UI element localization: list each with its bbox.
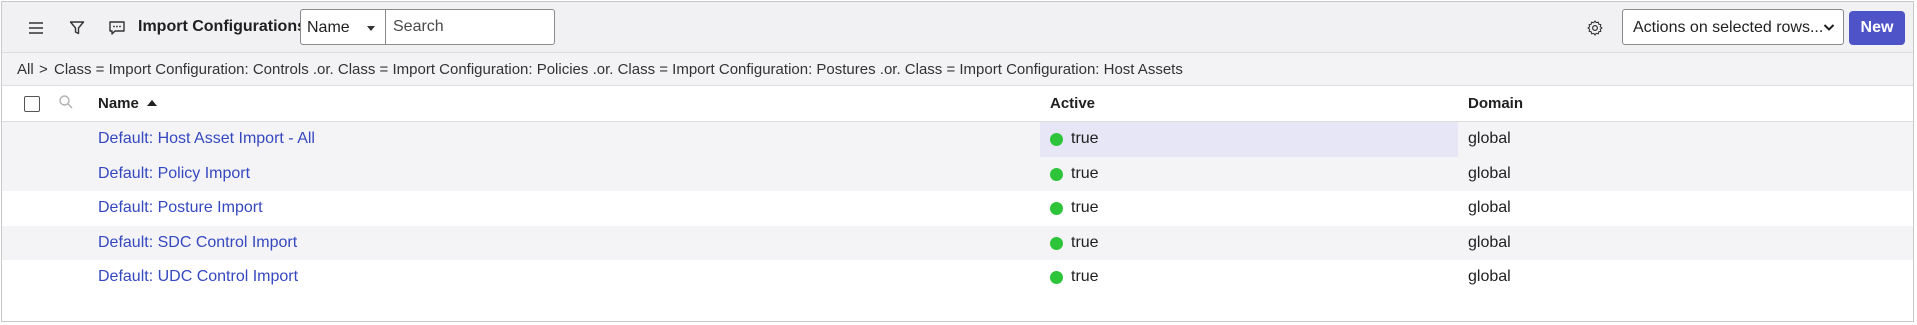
chevron-down-icon: [1823, 20, 1835, 39]
status-dot-icon: [1050, 202, 1063, 216]
active-value: true: [1071, 233, 1099, 251]
table-row: Default: Host Asset Import - All true gl…: [2, 122, 1913, 157]
column-header-active[interactable]: Active: [1050, 95, 1095, 112]
column-header-name[interactable]: Name: [98, 95, 139, 112]
page-title: Import Configurations: [138, 18, 306, 35]
status-dot-icon: [1050, 167, 1063, 181]
active-value: true: [1071, 164, 1099, 182]
active-cell[interactable]: true: [1040, 157, 1458, 192]
domain-value: global: [1468, 268, 1511, 286]
breadcrumb-all-link[interactable]: All: [17, 61, 34, 78]
active-cell[interactable]: true: [1040, 260, 1458, 295]
domain-value: global: [1468, 199, 1511, 217]
domain-value: global: [1468, 130, 1511, 147]
comment-icon[interactable]: [103, 14, 131, 42]
active-value: true: [1071, 130, 1099, 147]
table-row: Default: Posture Import true global: [2, 191, 1913, 226]
status-dot-icon: [1050, 236, 1063, 250]
table-row: Default: Policy Import true global: [2, 156, 1913, 192]
table-body: Default: Host Asset Import - All true gl…: [2, 122, 1913, 295]
status-dot-icon: [1050, 271, 1063, 285]
breadcrumb-filter-condition[interactable]: Class = Import Configuration: Controls .…: [54, 61, 1183, 78]
actions-select-value: Actions on selected rows...: [1633, 19, 1824, 36]
filter-icon[interactable]: [63, 14, 91, 42]
active-cell[interactable]: true: [1040, 191, 1458, 226]
list-header: Import Configurations Name Actions on se…: [2, 2, 1913, 53]
gear-icon[interactable]: [1581, 14, 1609, 42]
actions-select[interactable]: Actions on selected rows...: [1622, 9, 1844, 45]
table-row: Default: UDC Control Import true global: [2, 260, 1913, 295]
table-header: Name Active Domain: [2, 86, 1913, 122]
domain-value: global: [1468, 233, 1511, 251]
search-field-value: Name: [307, 19, 350, 36]
table-row: Default: SDC Control Import true global: [2, 225, 1913, 261]
menu-icon[interactable]: [22, 14, 50, 42]
record-name-link[interactable]: Default: Posture Import: [98, 199, 263, 217]
active-cell[interactable]: true: [1040, 122, 1458, 157]
active-value: true: [1071, 268, 1099, 286]
sort-ascending-icon[interactable]: [147, 100, 157, 106]
record-name-link[interactable]: Default: SDC Control Import: [98, 234, 297, 252]
select-all-checkbox[interactable]: [24, 96, 40, 112]
status-dot-icon: [1050, 133, 1063, 146]
caret-down-icon: [367, 26, 375, 31]
active-cell[interactable]: true: [1040, 226, 1458, 261]
column-search-icon[interactable]: [58, 94, 74, 115]
record-name-link[interactable]: Default: Policy Import: [98, 165, 250, 183]
domain-value: global: [1468, 164, 1511, 182]
record-name-link[interactable]: Default: UDC Control Import: [98, 268, 298, 286]
record-name-link[interactable]: Default: Host Asset Import - All: [98, 130, 315, 148]
new-button[interactable]: New: [1849, 11, 1905, 45]
search-field-select[interactable]: Name: [300, 9, 386, 45]
active-value: true: [1071, 199, 1099, 217]
search-input[interactable]: [385, 9, 555, 45]
breadcrumb-separator: >: [39, 61, 48, 78]
list-view: Import Configurations Name Actions on se…: [1, 1, 1914, 322]
column-header-domain[interactable]: Domain: [1468, 95, 1523, 112]
breadcrumb: All > Class = Import Configuration: Cont…: [2, 53, 1913, 86]
